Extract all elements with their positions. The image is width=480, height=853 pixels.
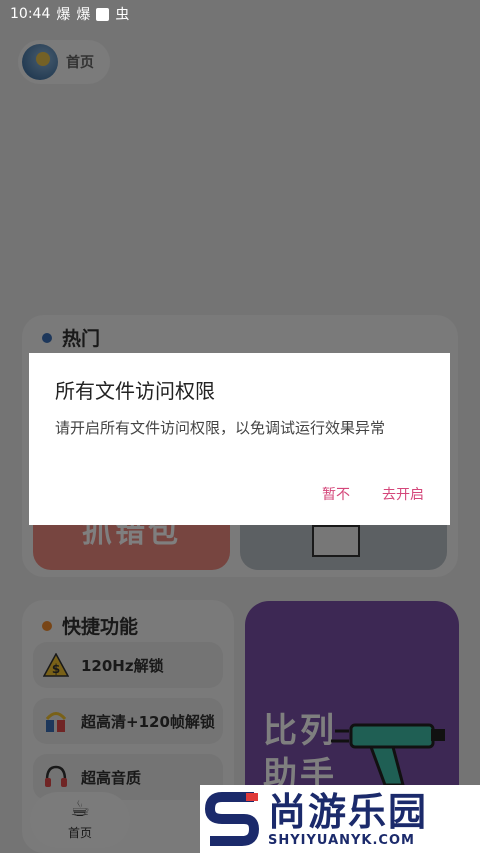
watermark-cn: 尚游乐园 xyxy=(268,789,429,834)
watermark-logo-icon xyxy=(204,792,260,846)
dialog-message: 请开启所有文件访问权限，以免调试运行效果异常 xyxy=(55,419,386,437)
not-now-button[interactable]: 暂不 xyxy=(322,484,350,504)
permission-dialog: 所有文件访问权限 请开启所有文件访问权限，以免调试运行效果异常 暂不 去开启 xyxy=(29,353,450,525)
notification-icon: 爆 xyxy=(56,7,71,23)
dialog-title: 所有文件访问权限 xyxy=(55,379,215,403)
notification-icon: 爆 xyxy=(76,7,91,23)
dialog-buttons: 暂不 去开启 xyxy=(322,484,424,504)
square-icon xyxy=(96,7,110,21)
status-bar: 10:44 爆 爆 虫 xyxy=(0,0,480,28)
watermark-en: SHYIYUANYK.COM xyxy=(268,832,415,848)
bug-icon: 虫 xyxy=(115,7,130,23)
watermark: 尚游乐园 SHYIYUANYK.COM xyxy=(200,785,480,853)
go-enable-button[interactable]: 去开启 xyxy=(382,484,424,504)
status-time: 10:44 xyxy=(10,6,51,22)
